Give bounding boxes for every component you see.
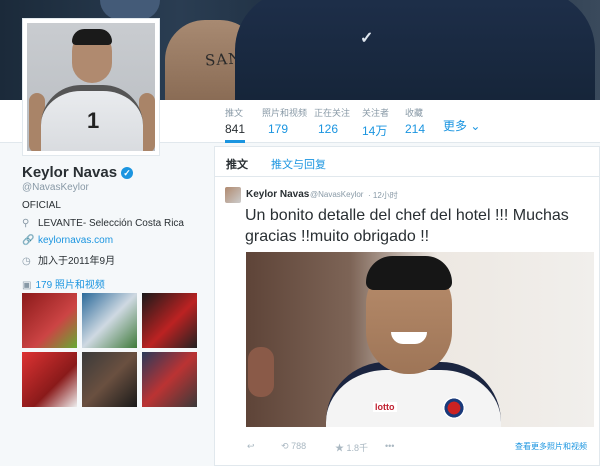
media-thumbnail[interactable]: [142, 352, 197, 407]
nav-stat-value: 214: [405, 122, 426, 136]
tweet-text: Un bonito detalle del chef del hotel !!!…: [245, 207, 569, 245]
tweet-author-avatar[interactable]: [225, 187, 241, 203]
chevron-down-icon: ⌄: [470, 119, 481, 133]
tweet-photo[interactable]: lotto: [246, 252, 594, 427]
verified-badge-icon: ✓: [121, 167, 134, 180]
nav-stat-value: 126: [318, 122, 339, 136]
profile-location: ⚲ LEVANTE- Selección Costa Rica: [22, 218, 184, 229]
nav-stat-label: 收藏: [405, 108, 424, 118]
avatar-hair: [72, 29, 112, 45]
tweet-author-name[interactable]: Keylor Navas: [246, 189, 309, 200]
photo-crest: [443, 397, 465, 419]
nav-stat-following[interactable]: 正在关注 126: [314, 106, 350, 136]
tweet-time-text: 12小时: [372, 191, 398, 200]
link-icon: 🔗: [22, 235, 35, 246]
avatar-photo: 1: [27, 23, 155, 151]
nav-stat-followers[interactable]: 关注者 14万: [362, 106, 389, 139]
nav-more-label: 更多: [443, 119, 468, 133]
profile-avatar[interactable]: 1: [22, 18, 160, 156]
nav-stat-label: 关注者: [362, 108, 390, 118]
media-header-label: 179 照片和视频: [35, 280, 105, 291]
more-actions-icon[interactable]: •••: [385, 441, 394, 451]
photo-lamp: [248, 347, 274, 397]
retweet-icon: ⟲: [281, 441, 289, 451]
retweet-count: 788: [291, 441, 307, 451]
media-thumbnail[interactable]: [82, 352, 137, 407]
nav-stat-value: 14万: [362, 124, 388, 138]
tab-tweets[interactable]: 推文: [226, 156, 248, 172]
profile-handle[interactable]: @NavasKeylor: [22, 182, 89, 193]
nav-stat-favorites[interactable]: 收藏 214: [405, 106, 425, 136]
profile-bio: OFICIAL: [22, 200, 61, 211]
reply-icon[interactable]: ↩: [247, 441, 255, 452]
media-thumbnail[interactable]: [22, 352, 77, 407]
nav-stat-tweets[interactable]: 推文 841: [225, 106, 246, 143]
timeline-panel: 推文 推文与回复 Keylor Navas @NavasKeylor · 12小…: [214, 146, 600, 466]
profile-website[interactable]: 🔗 keylornavas.com: [22, 235, 113, 246]
tweet-author-handle[interactable]: @NavasKeylor: [310, 190, 363, 199]
nav-stat-photos[interactable]: 照片和视频 179: [262, 106, 307, 136]
banner-jersey: [235, 0, 595, 100]
profile-name-text: Keylor Navas: [22, 164, 118, 181]
view-more-media-link[interactable]: 查看更多照片和视频: [515, 441, 587, 452]
nav-more-button[interactable]: 更多 ⌄: [443, 117, 480, 134]
retweet-button[interactable]: ⟲ 788: [281, 441, 306, 452]
nav-stat-label: 照片和视频: [262, 108, 308, 118]
media-thumbnail[interactable]: [142, 293, 197, 348]
location-pin-icon: ⚲: [22, 218, 30, 229]
nav-stat-value: 841: [225, 122, 246, 136]
media-thumbnail[interactable]: [82, 293, 137, 348]
calendar-icon: ◷: [22, 256, 31, 267]
favorite-count: 1.8千: [346, 443, 369, 453]
media-thumbnail[interactable]: [22, 293, 77, 348]
profile-name[interactable]: Keylor Navas ✓: [22, 164, 134, 181]
nike-swoosh-icon: ✓: [360, 30, 374, 47]
photo-shirt-logo: lotto: [373, 402, 397, 412]
profile-location-text: LEVANTE- Selección Costa Rica: [38, 218, 184, 229]
profile-website-text: keylornavas.com: [38, 235, 114, 246]
profile-joined-text: 加入于2011年9月: [38, 256, 116, 267]
nav-stat-label: 正在关注: [314, 108, 351, 118]
star-icon: ★: [335, 443, 345, 453]
media-header-link[interactable]: ▣ 179 照片和视频: [22, 276, 105, 291]
nav-stat-label: 推文: [225, 108, 244, 118]
avatar-jersey-number: 1: [87, 108, 100, 133]
camera-icon: ▣: [22, 280, 32, 291]
tweet-actions: ↩ ⟲ 788 ★ 1.8千 ••• 查看更多照片和视频: [245, 441, 591, 455]
tab-tweets-replies[interactable]: 推文与回复: [271, 156, 326, 172]
banner-shorts: [100, 0, 160, 20]
timeline-tabs: 推文 推文与回复: [215, 147, 599, 177]
nav-stat-value: 179: [268, 122, 289, 136]
profile-joined: ◷ 加入于2011年9月: [22, 252, 115, 267]
favorite-button[interactable]: ★ 1.8千: [335, 441, 368, 454]
photo-hair: [366, 256, 452, 290]
tweet-timestamp[interactable]: · 12小时: [368, 190, 398, 201]
